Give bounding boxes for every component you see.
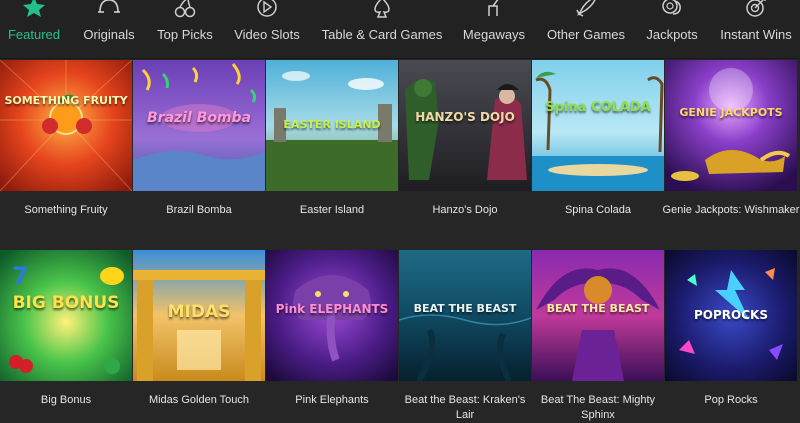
svg-text:7: 7 <box>12 262 29 290</box>
game-thumbnail[interactable]: BEAT THE BEAST <box>399 250 531 381</box>
play-icon <box>254 0 280 18</box>
game-thumbnail[interactable]: Spina COLADA <box>532 60 664 191</box>
game-thumbnail[interactable]: HANZO'S DOJO <box>399 60 531 191</box>
game-title: Something Fruity <box>24 204 108 216</box>
game-logo: HANZO'S DOJO <box>415 110 515 124</box>
game-title: Hanzo's Dojo <box>432 204 498 216</box>
game-thumbnail[interactable]: 7 BIG BONUS <box>0 250 132 381</box>
game-title: Genie Jackpots: Wishmaker <box>662 204 800 216</box>
game-logo: Spina COLADA <box>545 100 651 115</box>
game-logo: BIG BONUS <box>12 293 120 313</box>
tab-top-picks[interactable]: Top Picks <box>152 0 218 58</box>
game-title: Midas Golden Touch <box>148 394 250 406</box>
category-nav: Featured Originals Top Picks Video Slots… <box>0 0 800 59</box>
tab-label: Originals <box>83 27 135 42</box>
game-title: Beat the Beast: Kraken's Lair <box>404 394 526 421</box>
rocket-icon <box>573 0 599 18</box>
tab-video-slots[interactable]: Video Slots <box>230 0 304 58</box>
game-thumbnail[interactable]: Brazil Bomba <box>133 60 265 191</box>
tab-label: Instant Wins <box>720 27 792 42</box>
game-logo: EASTER ISLAND <box>283 118 381 131</box>
game-thumbnail[interactable]: Pink ELEPHANTS <box>266 250 398 381</box>
game-title: Easter Island <box>299 204 365 216</box>
game-logo: POPROCKS <box>694 308 768 322</box>
lever-icon <box>481 0 507 18</box>
star-icon <box>21 0 47 18</box>
target-icon <box>743 0 769 18</box>
game-title: Pink Elephants <box>295 394 369 406</box>
coins-icon <box>659 0 685 18</box>
tab-featured[interactable]: Featured <box>2 0 66 58</box>
tab-label: Jackpots <box>646 27 698 42</box>
horseshoe-icon <box>96 0 122 18</box>
cherries-icon <box>172 0 198 18</box>
game-thumbnail[interactable]: EASTER ISLAND <box>266 60 398 191</box>
game-logo: BEAT THE BEAST <box>413 302 517 315</box>
tab-label: Video Slots <box>234 27 300 42</box>
game-logo: MIDAS <box>167 302 231 322</box>
game-thumbnail[interactable]: BEAT THE BEAST <box>532 250 664 381</box>
tab-table-card-games[interactable]: Table & Card Games <box>318 0 446 58</box>
tab-jackpots[interactable]: Jackpots <box>642 0 702 58</box>
tab-label: Other Games <box>546 27 626 42</box>
game-logo: SOMETHING FRUITY <box>4 94 128 107</box>
game-thumbnail[interactable]: GENIE JACKPOTS <box>665 60 797 191</box>
game-logo: Brazil Bomba <box>147 110 251 126</box>
game-thumbnail[interactable]: SOMETHING FRUITY <box>0 60 132 191</box>
tab-label: Table & Card Games <box>321 27 443 42</box>
tab-other-games[interactable]: Other Games <box>544 0 628 58</box>
game-thumbnail[interactable]: MIDAS <box>133 250 265 381</box>
tab-instant-wins[interactable]: Instant Wins <box>716 0 796 58</box>
tab-label: Megaways <box>462 27 526 42</box>
game-title: Big Bonus <box>40 394 92 406</box>
game-title: Pop Rocks <box>704 394 758 406</box>
game-title: Spina Colada <box>564 204 632 216</box>
tab-originals[interactable]: Originals <box>76 0 142 58</box>
tab-label: Featured <box>7 27 61 42</box>
game-logo: GENIE JACKPOTS <box>679 106 783 119</box>
tab-megaways[interactable]: Megaways <box>458 0 530 58</box>
game-thumbnail[interactable]: POPROCKS <box>665 250 797 381</box>
game-title: Brazil Bomba <box>166 204 232 216</box>
game-logo: Pink ELEPHANTS <box>275 302 389 316</box>
game-title: Beat The Beast: Mighty Sphinx <box>540 394 656 421</box>
spade-icon <box>369 0 395 18</box>
game-logo: BEAT THE BEAST <box>546 302 650 315</box>
tab-label: Top Picks <box>157 27 213 42</box>
game-grid: SOMETHING FRUITY Something Fruity Brazil… <box>0 60 800 421</box>
